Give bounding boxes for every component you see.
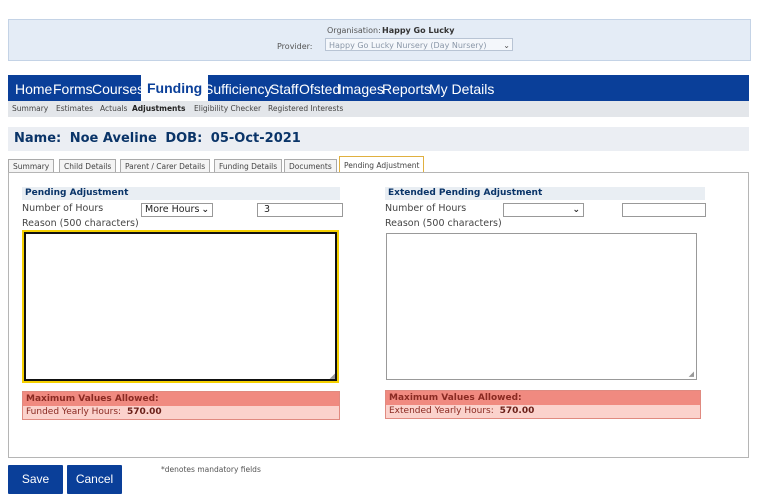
max-values-box: Maximum Values Allowed: Funded Yearly Ho… [22,391,340,420]
subnav-registered-interests[interactable]: Registered Interests [268,104,343,113]
subnav-adjustments[interactable]: Adjustments [132,104,185,113]
mandatory-note: *denotes mandatory fields [161,465,261,474]
provider-label: Provider: [277,42,313,51]
save-button[interactable]: Save [8,465,63,494]
extended-adjustment-heading: Extended Pending Adjustment [385,187,705,200]
nav-reports[interactable]: Reports [382,81,431,97]
extended-hours-label: Number of Hours [385,203,467,214]
extended-reason-label: Reason (500 characters) [385,218,502,229]
child-name-bar: Name: Noe Aveline DOB: 05-Oct-2021 [8,127,749,151]
max-label: Funded Yearly Hours: [26,407,122,417]
extended-max-value: 570.00 [499,406,535,416]
organisation-value: Happy Go Lucky [382,26,455,35]
nav-staff[interactable]: Staff [270,81,299,97]
chevron-down-icon: ⌄ [201,205,209,215]
extended-max-values-box: Maximum Values Allowed: Extended Yearly … [385,390,701,419]
subnav-summary[interactable]: Summary [12,104,48,113]
extended-reason-textarea[interactable]: ◢ [386,233,697,380]
nav-images[interactable]: Images [338,81,384,97]
extended-hours-input[interactable] [622,203,706,217]
subnav-eligibility-checker[interactable]: Eligibility Checker [194,104,261,113]
pending-adjustment-heading: Pending Adjustment [22,187,340,200]
resize-grip-icon: ◢ [329,372,335,380]
hours-type-value: More Hours [145,204,200,215]
subnav-actuals[interactable]: Actuals [100,104,127,113]
textarea-focus-ring [24,232,337,381]
hours-input[interactable]: 3 [257,203,343,217]
dob-label: DOB: [165,131,203,146]
subnav-estimates[interactable]: Estimates [56,104,93,113]
tab-parent-carer-details[interactable]: Parent / Carer Details [120,159,211,172]
extended-max-values-heading: Maximum Values Allowed: [386,391,700,405]
extended-max-values-row: Extended Yearly Hours: 570.00 [386,405,700,418]
tab-funding-details[interactable]: Funding Details [214,159,283,172]
nav-my-details[interactable]: My Details [429,81,494,97]
name-label: Name: [14,131,62,146]
max-values-heading: Maximum Values Allowed: [23,392,339,406]
tab-pending-adjustment[interactable]: Pending Adjustment [339,156,425,173]
extended-max-label: Extended Yearly Hours: [389,406,494,416]
resize-grip-icon: ◢ [688,370,694,378]
provider-select-value: Happy Go Lucky Nursery (Day Nursery) [329,41,487,50]
max-values-row: Funded Yearly Hours: 570.00 [23,406,339,419]
hours-type-select[interactable]: More Hours ⌄ [141,203,213,217]
chevron-down-icon: ⌄ [503,41,510,50]
nav-courses[interactable]: Courses [92,81,144,97]
main-nav: Home Forms Courses Funding Sufficiency S… [8,75,749,101]
tab-child-details[interactable]: Child Details [59,159,117,172]
sub-nav: Summary Estimates Actuals Adjustments El… [8,101,749,117]
tab-summary[interactable]: Summary [8,159,55,172]
nav-ofsted[interactable]: Ofsted [299,81,340,97]
chevron-down-icon: ⌄ [572,205,580,215]
nav-funding[interactable]: Funding [141,75,209,101]
tab-documents[interactable]: Documents [284,159,337,172]
cancel-button[interactable]: Cancel [67,465,122,494]
name-value: Noe Aveline [69,131,157,146]
dob-value: 05-Oct-2021 [210,131,301,146]
organisation-banner: Organisation: Happy Go Lucky Provider: H… [8,19,751,61]
reason-textarea[interactable]: ◢ [22,230,339,383]
provider-select[interactable]: Happy Go Lucky Nursery (Day Nursery) ⌄ [325,38,513,51]
organisation-label: Organisation: [327,26,381,35]
max-value: 570.00 [126,407,162,417]
nav-home[interactable]: Home [15,81,52,97]
reason-label: Reason (500 characters) [22,218,139,229]
nav-forms[interactable]: Forms [53,81,93,97]
nav-sufficiency[interactable]: Sufficiency [204,81,271,97]
hours-label: Number of Hours [22,203,104,214]
extended-hours-type-select[interactable]: ⌄ [503,203,584,217]
